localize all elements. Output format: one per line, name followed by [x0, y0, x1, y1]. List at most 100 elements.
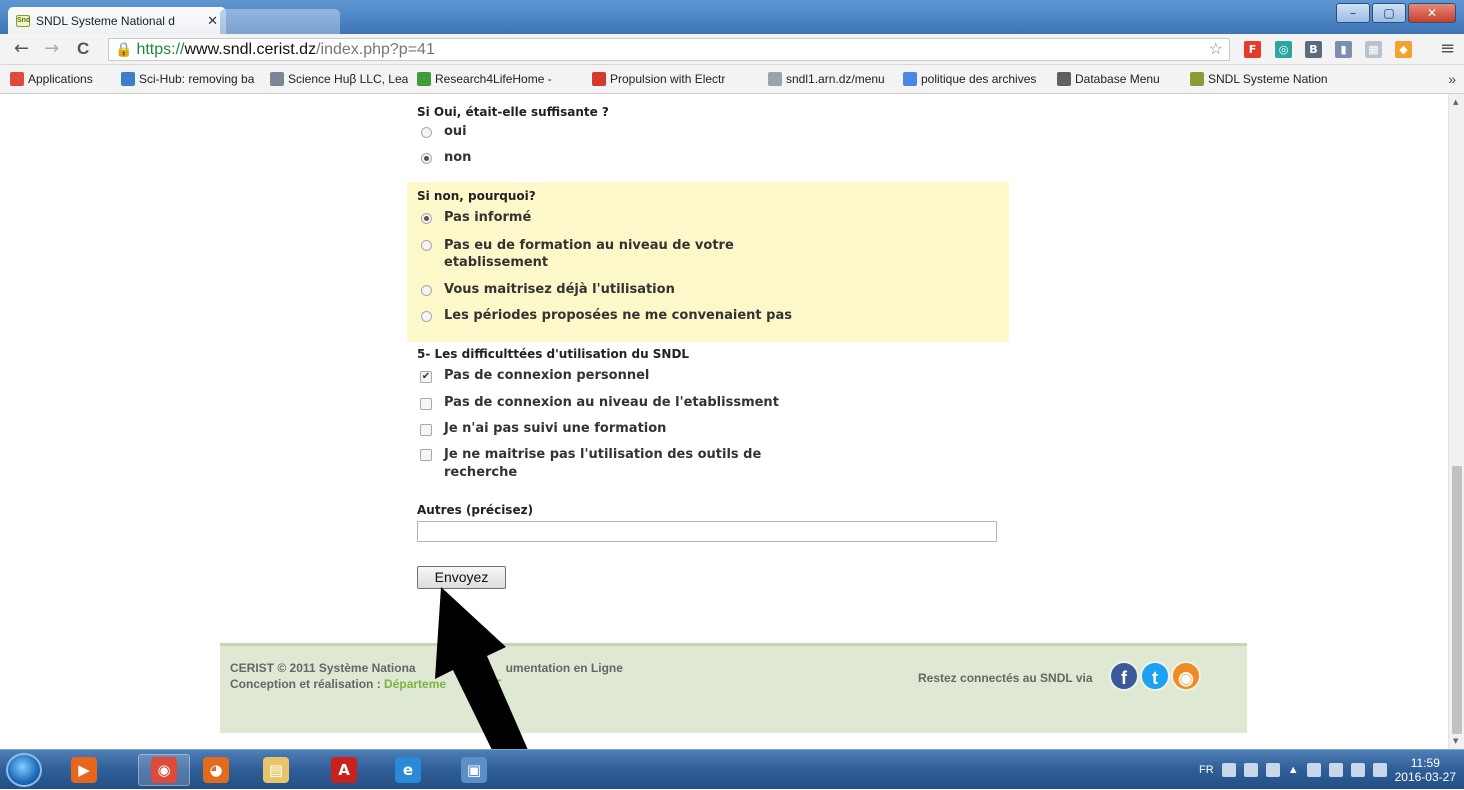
option-label: non: [444, 150, 472, 165]
network-icon[interactable]: [1372, 763, 1387, 777]
radio-option-periodes[interactable]: Les périodes proposées ne me convenaient…: [417, 308, 792, 323]
radio-option-maitrisez[interactable]: Vous maitrisez déjà l'utilisation: [417, 282, 675, 297]
footer-credits-tail[interactable]: T: [494, 677, 501, 691]
system-tray: FR ▲ 11:59 2016-03-27: [1199, 750, 1456, 790]
bookmark-item[interactable]: SNDL Systeme Nation: [1190, 72, 1340, 86]
radio-button[interactable]: [421, 240, 432, 251]
duck-extension-icon[interactable]: ◆: [1395, 41, 1412, 58]
option-label: Je n'ai pas suivi une formation: [444, 421, 667, 436]
flipboard-icon[interactable]: F: [1244, 41, 1261, 58]
bookmark-item[interactable]: Propulsion with Electr: [592, 72, 762, 86]
bookmark-star-icon[interactable]: ☆: [1209, 39, 1223, 60]
checkbox-option-formation[interactable]: Je n'ai pas suivi une formation: [417, 421, 666, 436]
others-text-input[interactable]: [417, 521, 997, 542]
minimize-button[interactable]: –: [1336, 3, 1370, 23]
system-clock[interactable]: 11:59 2016-03-27: [1395, 756, 1456, 784]
bookmark-label: politique des archives: [921, 72, 1037, 86]
scrollbar-thumb[interactable]: [1452, 466, 1462, 734]
display-tray-icon[interactable]: [1306, 763, 1321, 777]
maximize-button[interactable]: ▢: [1372, 3, 1406, 23]
bookmark-label: sndl1.arn.dz/menu: [786, 72, 885, 86]
start-button[interactable]: [6, 753, 42, 787]
taskbar-app-button[interactable]: ▶: [58, 754, 110, 786]
window-close-button[interactable]: ✕: [1408, 3, 1456, 23]
submit-button[interactable]: Envoyez: [417, 566, 506, 589]
taskbar-app-button[interactable]: e: [382, 754, 434, 786]
bookmark-item[interactable]: politique des archives: [903, 72, 1053, 86]
tray-app-icon[interactable]: [1221, 763, 1236, 777]
option-label: Pas informé: [444, 210, 532, 225]
checkbox-option-connexion-etablissement[interactable]: Pas de connexion au niveau de l'etabliss…: [417, 395, 779, 410]
radio-button[interactable]: [421, 127, 432, 138]
forward-button[interactable]: →: [44, 39, 59, 59]
bookmarks-overflow-icon[interactable]: »: [1448, 71, 1456, 87]
question-difficulties-label: 5- Les difficulttées d'utilisation du SN…: [417, 347, 690, 361]
volume-muted-icon[interactable]: [1350, 763, 1365, 777]
bookmark-item[interactable]: Research4LifeHome -: [417, 72, 587, 86]
bookmark-label: Sci-Hub: removing ba: [139, 72, 255, 86]
gallery-extension-icon[interactable]: ▦: [1365, 41, 1382, 58]
browser-tab-inactive[interactable]: [220, 9, 340, 34]
language-indicator[interactable]: FR: [1199, 764, 1214, 776]
rss-icon[interactable]: ◉: [1171, 661, 1201, 691]
radio-button-checked[interactable]: [421, 213, 432, 224]
browser-tab-active[interactable]: Snd SNDL Systeme National d ✕: [8, 7, 226, 34]
checkbox-option-connexion-personnel[interactable]: ✔ Pas de connexion personnel: [417, 368, 649, 383]
show-hidden-icons-icon[interactable]: ▲: [1288, 764, 1299, 776]
radio-option-pas-eu-formation[interactable]: Pas eu de formation au niveau de votre e…: [417, 237, 734, 271]
radio-button[interactable]: [421, 311, 432, 322]
footer-credits: Conception et réalisation : Départeme T: [230, 677, 501, 691]
facebook-icon[interactable]: f: [1109, 661, 1139, 691]
taskbar-app-button[interactable]: ◕: [190, 754, 242, 786]
footer-credits-link[interactable]: Départeme: [384, 677, 446, 691]
tab-close-icon[interactable]: ✕: [207, 13, 218, 29]
pen-tray-icon[interactable]: [1265, 763, 1280, 777]
address-bar[interactable]: 🔒 https://www.sndl.cerist.dz/index.php?p…: [108, 38, 1230, 61]
option-label: Pas de connexion au niveau de l'etabliss…: [444, 395, 779, 410]
document-extension-icon[interactable]: B: [1305, 41, 1322, 58]
help-tray-icon[interactable]: [1243, 763, 1258, 777]
checkbox[interactable]: [420, 449, 432, 461]
chrome-menu-icon[interactable]: ≡: [1440, 39, 1455, 59]
bookmark-item[interactable]: sndl1.arn.dz/menu: [768, 72, 899, 86]
taskbar-app-button[interactable]: A: [318, 754, 370, 786]
bookmark-item[interactable]: Database Menu: [1057, 72, 1187, 86]
bookmark-label: Science Huβ LLC, Lea: [288, 72, 409, 86]
checkbox-option-outils-recherche[interactable]: Je ne maitrise pas l'utilisation des out…: [417, 446, 761, 482]
taskbar-app-button[interactable]: ▤: [250, 754, 302, 786]
vertical-scrollbar[interactable]: ▲ ▼: [1448, 94, 1464, 749]
bookmark-item[interactable]: Science Huβ LLC, Lea: [270, 72, 414, 86]
checkbox[interactable]: [420, 398, 432, 410]
clock-date: 2016-03-27: [1394, 770, 1456, 784]
bookmark-extension-icon[interactable]: ▮: [1335, 41, 1352, 58]
bookmark-item[interactable]: Applications: [10, 72, 128, 86]
internet-explorer-icon: e: [395, 757, 421, 783]
page-icon: [768, 72, 782, 86]
twitter-icon[interactable]: t: [1140, 661, 1170, 691]
radio-option-non[interactable]: non: [417, 150, 471, 165]
bookmark-label: Research4LifeHome -: [435, 72, 552, 86]
file-explorer-icon: ▤: [263, 757, 289, 783]
flag-tray-icon[interactable]: [1328, 763, 1343, 777]
bookmark-label: Propulsion with Electr: [610, 72, 726, 86]
option-label: oui: [444, 124, 467, 139]
taskbar-app-button[interactable]: ▣: [448, 754, 500, 786]
option-label: Les périodes proposées ne me convenaient…: [444, 308, 792, 323]
back-button[interactable]: ←: [14, 39, 29, 59]
radio-button[interactable]: [421, 285, 432, 296]
taskbar-app-button[interactable]: ◉: [138, 754, 190, 786]
scroll-down-arrow-icon[interactable]: ▼: [1453, 737, 1458, 745]
checkbox[interactable]: [420, 424, 432, 436]
radio-option-pas-informe[interactable]: Pas informé: [417, 210, 531, 225]
reload-button[interactable]: C: [77, 39, 89, 59]
bookmark-item[interactable]: Sci-Hub: removing ba: [121, 72, 266, 86]
url-host: www.sndl.cerist.dz: [184, 41, 317, 58]
radio-button-checked[interactable]: [421, 153, 432, 164]
scroll-up-arrow-icon[interactable]: ▲: [1453, 98, 1458, 106]
swirl-icon[interactable]: ◎: [1275, 41, 1292, 58]
lock-icon: 🔒: [115, 41, 133, 57]
question-sufficient-label: Si Oui, était-elle suffisante ?: [417, 105, 609, 119]
checkbox-checked[interactable]: ✔: [420, 371, 432, 383]
info-icon: [1057, 72, 1071, 86]
radio-option-oui[interactable]: oui: [417, 124, 467, 139]
